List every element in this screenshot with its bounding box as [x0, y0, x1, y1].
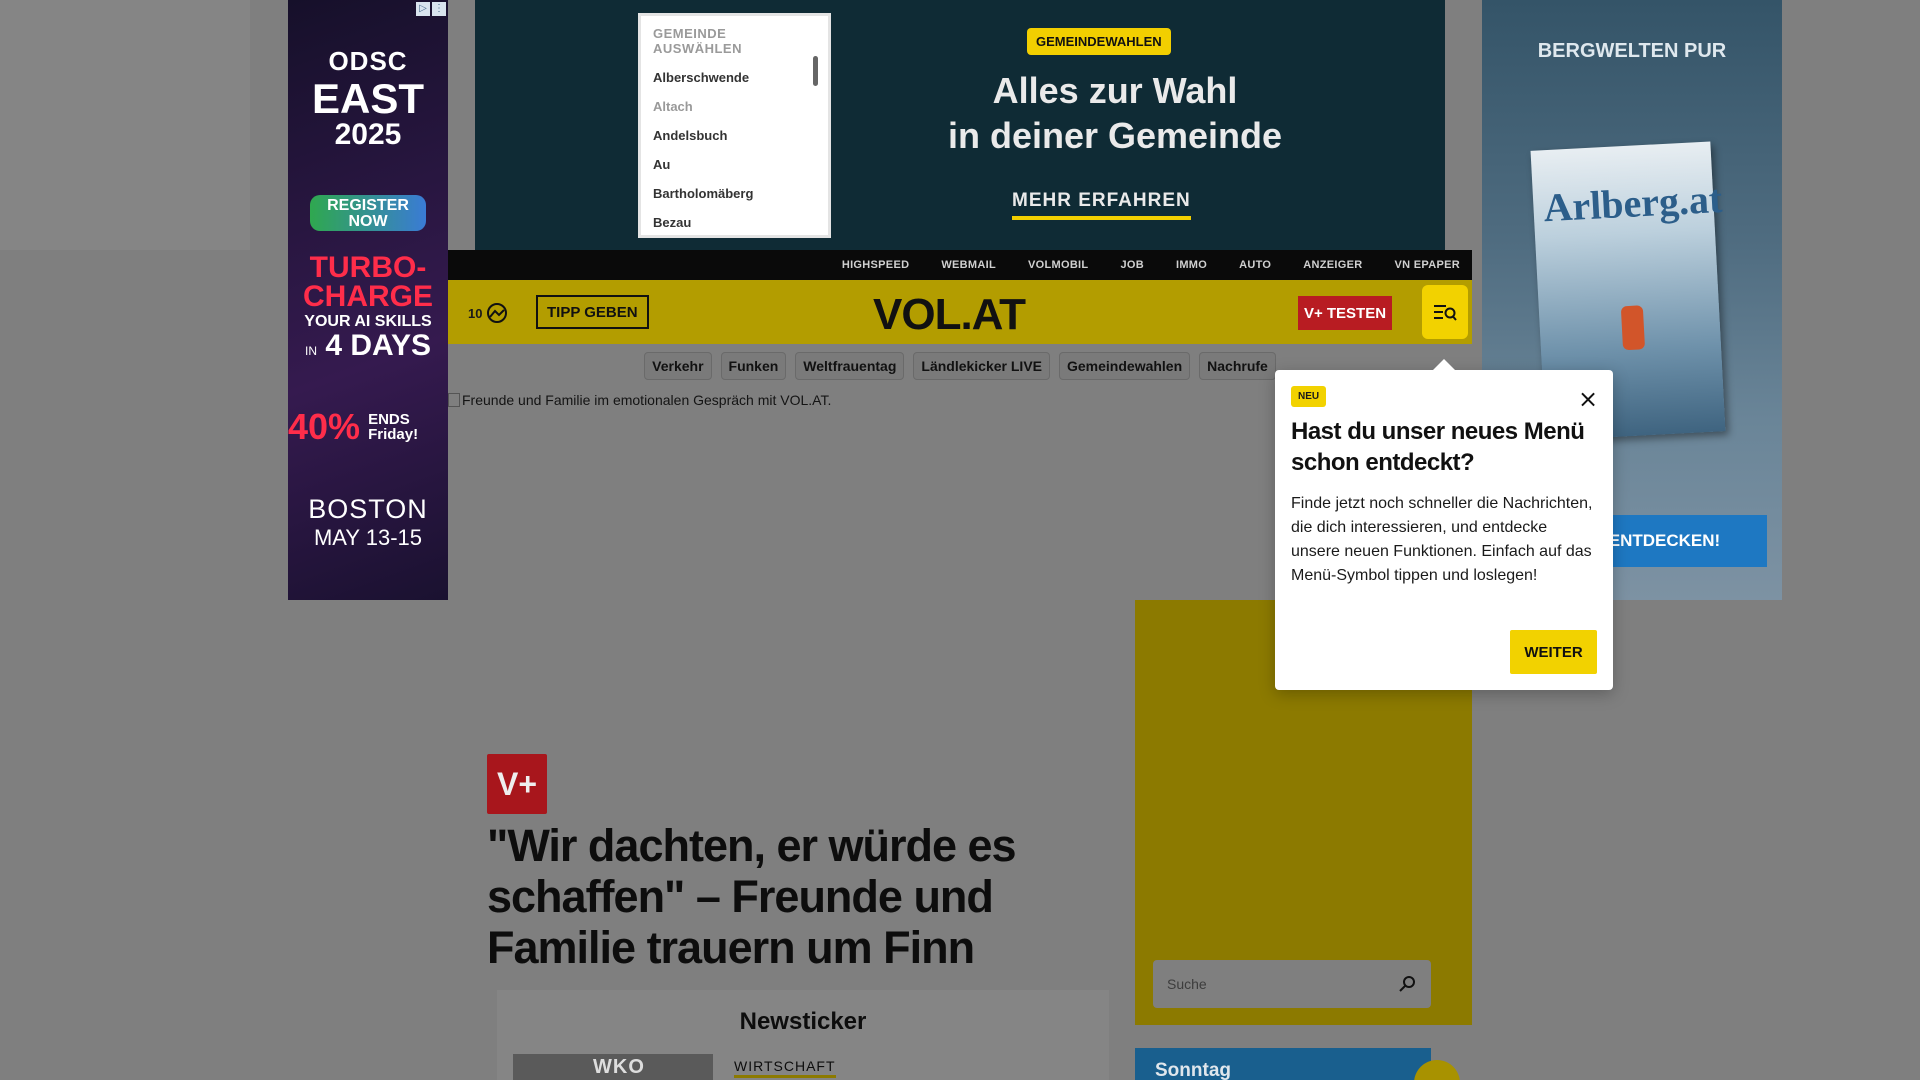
- select-option[interactable]: Bartholomäberg: [653, 184, 816, 213]
- ad-right-heading: BERGWELTEN PUR: [1537, 40, 1727, 62]
- search-input[interactable]: [1167, 976, 1367, 992]
- adchoices-icons[interactable]: ▷ ⋮: [416, 2, 446, 16]
- topic-laendlekicker-live[interactable]: Ländlekicker LIVE: [913, 352, 1050, 380]
- close-icon[interactable]: ×: [1575, 386, 1601, 412]
- ad-year: 2025: [334, 118, 402, 151]
- topic-nachrufe[interactable]: Nachrufe: [1199, 352, 1276, 380]
- weiter-button[interactable]: WEITER: [1510, 630, 1597, 674]
- topic-verkehr[interactable]: Verkehr: [644, 352, 712, 380]
- popover-title: Hast du unser neues Menü schon entdeckt?: [1291, 418, 1585, 476]
- new-badge: NEU: [1291, 386, 1327, 407]
- broken-image-icon: [448, 393, 460, 407]
- service-link-vn-epaper[interactable]: VN EPAPER: [1395, 259, 1460, 271]
- vplus-badge: V+: [487, 754, 547, 814]
- topic-weltfrauentag[interactable]: Weltfrauentag: [795, 352, 905, 380]
- sidebar-sunday-card[interactable]: Sonntag: [1135, 1048, 1431, 1080]
- select-option[interactable]: Andelsbuch: [653, 126, 816, 155]
- ad-skyscraper-left[interactable]: ▷ ⋮ ODSC EAST 2025 REGISTER NOW TURBO-CH…: [288, 0, 448, 600]
- vplus-testen-button[interactable]: V+ TESTEN: [1298, 296, 1392, 330]
- magazine-title: Arlberg.at: [1542, 175, 1724, 231]
- menu-button[interactable]: [1422, 285, 1468, 339]
- ad-options-icon[interactable]: ⋮: [432, 2, 446, 16]
- ad-headline: Alles zur Wahl in deiner Gemeinde: [915, 68, 1315, 158]
- ad-days-text: IN 4 DAYS: [288, 331, 448, 366]
- newsticker: Newsticker WKO WIRTSCHAFT: [497, 990, 1109, 1080]
- new-menu-popover: NEU × Hast du unser neues Menü schon ent…: [1275, 359, 1613, 690]
- ad-turbo-text: TURBO-CHARGE: [302, 251, 433, 313]
- ad-discount: 40% ENDS Friday!: [288, 406, 448, 448]
- menu-search-icon: [1434, 305, 1457, 321]
- ad-ends-text: ENDS Friday!: [368, 411, 419, 443]
- article-title[interactable]: "Wir dachten, er würde es schaffen" – Fr…: [487, 820, 1117, 973]
- temperature: 10: [468, 305, 483, 321]
- topic-funken[interactable]: Funken: [720, 352, 787, 380]
- service-link-webmail[interactable]: WEBMAIL: [941, 259, 996, 271]
- ad-dates: MAY 13-15: [313, 525, 423, 550]
- service-link-highspeed[interactable]: HIGHSPEED: [842, 259, 910, 271]
- newsticker-thumbnail[interactable]: WKO: [513, 1054, 713, 1080]
- ad-headline-line: Alles zur Wahl: [992, 70, 1238, 111]
- adchoices-icon[interactable]: ▷: [416, 2, 430, 16]
- service-link-anzeiger[interactable]: ANZEIGER: [1303, 259, 1362, 271]
- ad-more-link[interactable]: MEHR ERFAHREN: [1012, 190, 1191, 220]
- tipp-geben-button[interactable]: TIPP GEBEN: [536, 295, 649, 329]
- service-link-auto[interactable]: AUTO: [1239, 259, 1271, 271]
- site-logo[interactable]: VOL.AT: [873, 290, 1026, 340]
- select-scrollbar[interactable]: [813, 56, 818, 86]
- topic-gemeindewahlen[interactable]: Gemeindewahlen: [1059, 352, 1191, 380]
- search-icon[interactable]: [1397, 974, 1417, 994]
- ad-headline-line: in deiner Gemeinde: [947, 115, 1283, 156]
- ad-badge: GEMEINDEWAHLEN: [1027, 28, 1171, 55]
- site-header: 10 TIPP GEBEN VOL.AT V+ TESTEN: [448, 280, 1472, 344]
- service-link-volmobil[interactable]: VOLMOBIL: [1028, 259, 1088, 271]
- ad-event: EAST: [311, 75, 424, 122]
- hero-image-alt: Freunde und Familie im emotionalen Gespr…: [448, 392, 831, 408]
- search-box: [1153, 960, 1431, 1008]
- select-option[interactable]: Altach: [653, 97, 816, 126]
- page-background: [0, 0, 250, 250]
- select-option[interactable]: Alberschwende: [653, 68, 816, 97]
- thumbnail-text: WKO: [593, 1056, 645, 1078]
- ad-register-button[interactable]: REGISTER NOW: [310, 195, 426, 231]
- service-link-immo[interactable]: IMMO: [1176, 259, 1207, 271]
- newsticker-heading: Newsticker: [739, 1008, 867, 1035]
- ad-city: BOSTON: [308, 494, 428, 524]
- hero-alt-text: Freunde und Familie im emotionalen Gespr…: [462, 392, 832, 408]
- skier-figure: [1620, 305, 1646, 351]
- weather-widget[interactable]: 10: [468, 302, 508, 324]
- service-nav: HIGHSPEED WEBMAIL VOLMOBIL JOB IMMO AUTO…: [448, 250, 1472, 280]
- popover-arrow: [1432, 359, 1456, 371]
- ad-days-value: 4 DAYS: [325, 329, 431, 362]
- popover-body: Finde jetzt noch schneller die Nachricht…: [1291, 495, 1593, 584]
- municipality-select[interactable]: GEMEINDE AUSWÄHLEN Alberschwende Altach …: [638, 13, 831, 238]
- ad-discount-value: 40%: [288, 406, 361, 447]
- ad-in-text: IN: [305, 344, 318, 358]
- cloud-icon: [487, 303, 508, 323]
- sidebar-strip: [1433, 690, 1472, 940]
- select-header: GEMEINDE AUSWÄHLEN: [653, 26, 742, 56]
- ad-brand: ODSC: [328, 46, 408, 76]
- newsticker-category[interactable]: WIRTSCHAFT: [734, 1058, 836, 1078]
- select-option[interactable]: Bezau: [653, 213, 816, 242]
- select-option[interactable]: Au: [653, 155, 816, 184]
- service-link-job[interactable]: JOB: [1120, 259, 1144, 271]
- ad-banner-top[interactable]: GEMEINDE AUSWÄHLEN Alberschwende Altach …: [475, 0, 1445, 250]
